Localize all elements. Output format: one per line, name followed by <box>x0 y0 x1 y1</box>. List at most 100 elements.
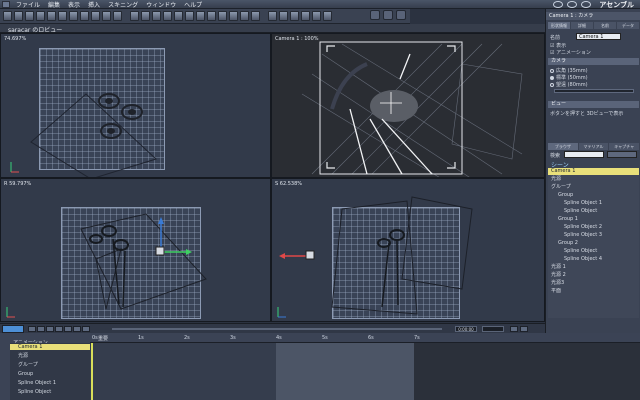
cylinder-tool-icon[interactable] <box>102 11 111 21</box>
hand-tool-icon[interactable] <box>301 11 310 21</box>
go-start-button[interactable] <box>28 326 36 332</box>
tab-data[interactable]: データ <box>617 22 639 29</box>
timeline-row[interactable]: グループ <box>10 362 90 368</box>
scene-tree-item[interactable]: Group 1 <box>548 216 639 223</box>
menu-help[interactable]: ヘルプ <box>180 0 206 9</box>
polygon-tool-icon[interactable] <box>58 11 67 21</box>
sphere-tool-icon[interactable] <box>80 11 89 21</box>
timeline-side-tabs[interactable] <box>0 333 10 400</box>
loop-button[interactable] <box>82 326 90 332</box>
spline-tool-icon[interactable] <box>69 11 78 21</box>
menu-edit[interactable]: 編集 <box>44 0 64 9</box>
viewport-camera[interactable]: Camera 1 : 100% <box>271 33 545 178</box>
cone-tool-icon[interactable] <box>113 11 122 21</box>
menu-window[interactable]: ウィンドウ <box>142 0 180 9</box>
tab-detail[interactable]: 詳細 <box>571 22 593 29</box>
zoom-icon[interactable] <box>383 10 393 20</box>
viewport-front[interactable]: R 59.797% <box>0 178 271 322</box>
rotate-tool-icon[interactable] <box>25 11 34 21</box>
drawing-mode-icon[interactable] <box>567 1 578 8</box>
scene-tree-item[interactable]: 光源 1 <box>548 264 639 271</box>
menu-insert[interactable]: 挿入 <box>84 0 104 9</box>
scene-tree-item[interactable]: 光源 2 <box>548 272 639 279</box>
render-tool-icon[interactable] <box>323 11 332 21</box>
text-tool-icon[interactable] <box>152 11 161 21</box>
tab-name[interactable]: 名前 <box>594 22 616 29</box>
pan-icon[interactable] <box>396 10 406 20</box>
timeline-track-outside[interactable] <box>414 343 640 400</box>
twist-tool-icon[interactable] <box>218 11 227 21</box>
step-back-button[interactable] <box>37 326 45 332</box>
link-tool-icon[interactable] <box>290 11 299 21</box>
skin-tool-icon[interactable] <box>185 11 194 21</box>
tab-shape[interactable]: 形状情報 <box>548 22 570 29</box>
step-forward-button[interactable] <box>55 326 63 332</box>
end-frame-field[interactable] <box>482 326 504 332</box>
timeline-row[interactable]: Spline Object <box>10 389 90 395</box>
timeline-track-active[interactable] <box>90 343 276 400</box>
playhead[interactable] <box>91 343 93 400</box>
move-tool-icon[interactable] <box>14 11 23 21</box>
sweep-tool-icon[interactable] <box>163 11 172 21</box>
scene-tree-item[interactable]: 光源3 <box>548 280 639 287</box>
tab-capture[interactable]: キャプチャ <box>609 143 640 150</box>
scene-tree-item[interactable]: Camera 1 <box>548 168 639 175</box>
keyframe-button[interactable] <box>510 326 518 332</box>
boolean-tool-icon[interactable] <box>196 11 205 21</box>
viewport-side[interactable]: S 62.538% <box>271 178 545 322</box>
camera-tool-icon[interactable] <box>141 11 150 21</box>
shading-mode-icon[interactable] <box>581 1 592 8</box>
lens-option-wide[interactable]: 広角 (35mm) <box>550 67 588 74</box>
timeline-scrubber[interactable] <box>112 328 442 330</box>
scene-tree-item[interactable]: 光源 <box>548 176 639 183</box>
paint-tool-icon[interactable] <box>229 11 238 21</box>
timeline-track-range[interactable] <box>276 343 414 400</box>
joint-tool-icon[interactable] <box>240 11 249 21</box>
frame-field[interactable]: 0:00:00 <box>455 326 477 332</box>
modeling-mode-icon[interactable] <box>553 1 564 8</box>
lens-slider[interactable] <box>554 89 634 93</box>
line-tool-icon[interactable] <box>47 11 56 21</box>
scene-tree-item[interactable]: Group <box>548 192 639 199</box>
name-field[interactable]: Camera 1 <box>576 33 621 40</box>
timeline-row[interactable]: Spline Object 1 <box>10 380 90 386</box>
timeline-row[interactable]: Camera 1 <box>10 344 90 350</box>
box-tool-icon[interactable] <box>91 11 100 21</box>
animation-checkbox[interactable]: ☑ アニメーション <box>550 49 591 56</box>
lens-option-tele[interactable]: 望遠 (80mm) <box>550 81 588 88</box>
revolve-tool-icon[interactable] <box>174 11 183 21</box>
scene-tree-item[interactable]: Spline Object <box>548 248 639 255</box>
timeline-row[interactable]: 光源 <box>10 353 90 359</box>
scene-tree-item[interactable]: Spline Object 4 <box>548 256 639 263</box>
timeline-ruler[interactable]: 重要 0s 1s 2s 3s 4s 5s 6s 7s <box>90 333 640 343</box>
timeline-row[interactable]: Group <box>10 371 90 377</box>
figure-tool-icon[interactable] <box>312 11 321 21</box>
scene-tree-item[interactable]: Spline Object <box>548 208 639 215</box>
tab-browser[interactable]: ブラウザ <box>548 143 578 150</box>
knife-tool-icon[interactable] <box>279 11 288 21</box>
bend-tool-icon[interactable] <box>207 11 216 21</box>
magnet-tool-icon[interactable] <box>268 11 277 21</box>
scene-tree-item[interactable]: グループ <box>548 184 639 191</box>
timeline-settings-button[interactable] <box>520 326 528 332</box>
scene-tree-item[interactable]: Group 2 <box>548 240 639 247</box>
viewport-top[interactable]: 74.697% <box>0 33 271 178</box>
search-input[interactable] <box>564 151 604 158</box>
menu-skinning[interactable]: スキニング <box>104 0 142 9</box>
view-section-header[interactable]: ビュー <box>548 101 639 108</box>
menu-file[interactable]: ファイル <box>12 0 44 9</box>
timeline-mode-button[interactable] <box>2 325 24 333</box>
tab-material[interactable]: マテリアル <box>578 143 609 150</box>
lens-option-standard[interactable]: 標準 (50mm) <box>550 74 588 81</box>
camera-view-icon[interactable] <box>370 10 380 20</box>
scene-tree-item[interactable]: Spline Object 3 <box>548 232 639 239</box>
scale-tool-icon[interactable] <box>36 11 45 21</box>
play-button[interactable] <box>46 326 54 332</box>
scene-tree-item[interactable]: Spline Object 1 <box>548 200 639 207</box>
visible-checkbox[interactable]: ☑ 表示 <box>550 42 566 49</box>
scene-tree-item[interactable]: Spline Object 2 <box>548 224 639 231</box>
scene-tree-item[interactable]: 平面 <box>548 288 639 295</box>
filter-dropdown[interactable] <box>607 151 637 158</box>
select-tool-icon[interactable] <box>3 11 12 21</box>
bone-tool-icon[interactable] <box>251 11 260 21</box>
